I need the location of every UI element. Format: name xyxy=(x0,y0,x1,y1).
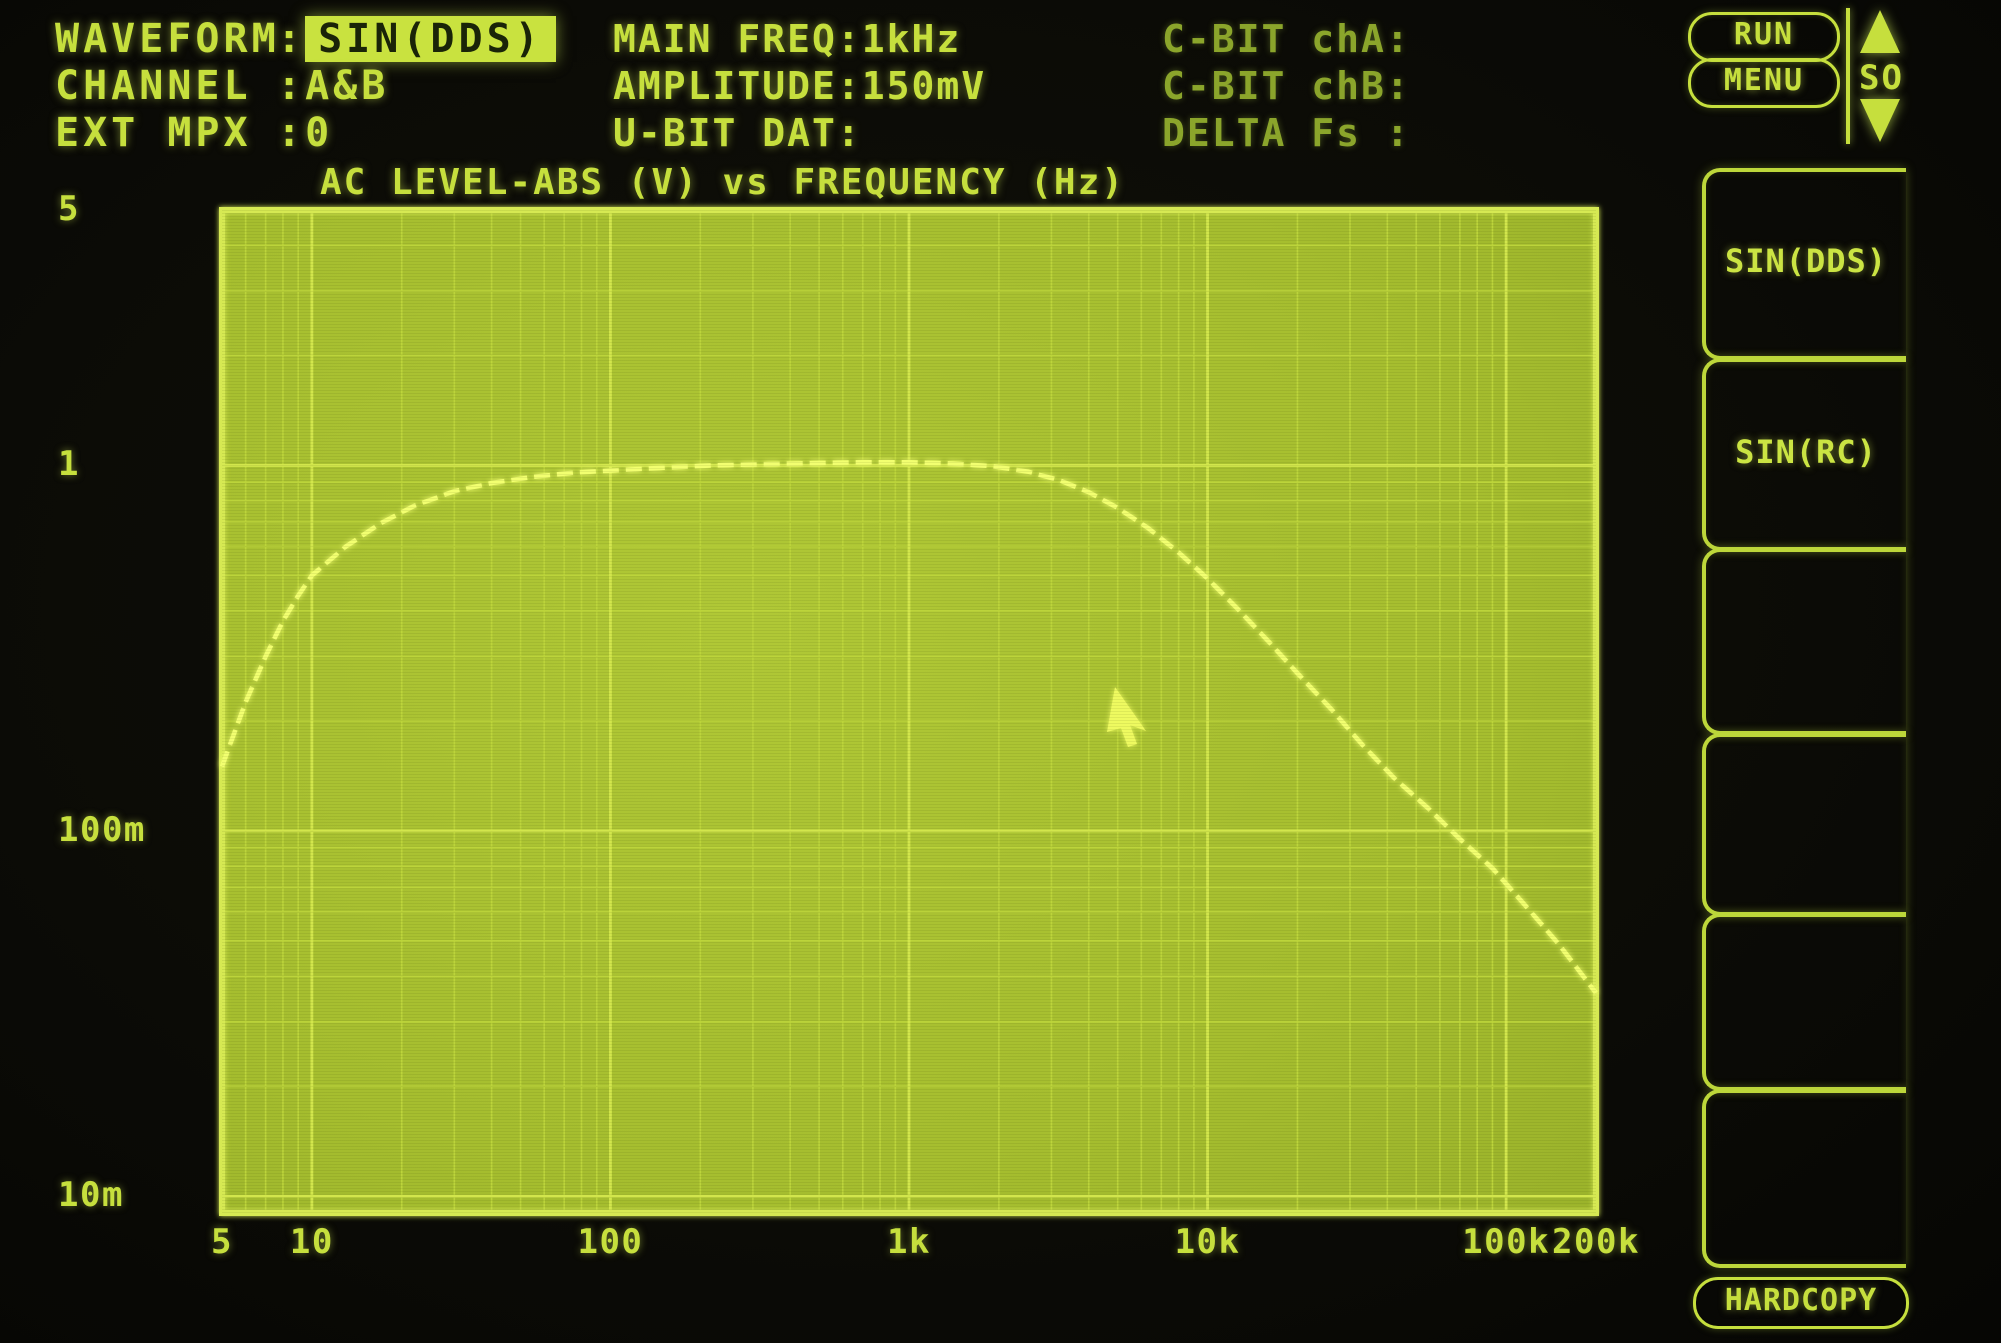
y-tick-label: 100m xyxy=(58,810,146,850)
softkey-label: SIN(DDS) xyxy=(1706,242,1906,280)
x-tick-label: 1k xyxy=(829,1222,989,1262)
y-tick-label: 10m xyxy=(58,1175,124,1215)
softkey-sin-rc[interactable]: SIN(RC) xyxy=(1702,358,1906,551)
x-tick-label: 10k xyxy=(1128,1222,1288,1262)
instrument-screen: WAVEFORM :SIN(DDS) CHANNEL :A&B EXT MPX … xyxy=(0,0,2001,1343)
softkey-blank-3[interactable] xyxy=(1702,548,1906,735)
x-tick-label: 100 xyxy=(530,1222,690,1262)
x-tick-label: 200k xyxy=(1516,1222,1676,1262)
y-tick-label: 5 xyxy=(58,189,80,229)
softkey-blank-5[interactable] xyxy=(1702,913,1906,1091)
x-tick-label: 10 xyxy=(232,1222,392,1262)
softkey-blank-6[interactable] xyxy=(1702,1089,1906,1268)
softkey-blank-4[interactable] xyxy=(1702,733,1906,916)
softkey-label: SIN(RC) xyxy=(1706,432,1906,470)
chart-title: AC LEVEL-ABS (V) vs FREQUENCY (Hz) xyxy=(320,160,1125,206)
softkey-sin-dds[interactable]: SIN(DDS) xyxy=(1702,168,1906,360)
hardcopy-button[interactable]: HARDCOPY xyxy=(1693,1277,1909,1329)
y-tick-label: 1 xyxy=(58,444,80,484)
